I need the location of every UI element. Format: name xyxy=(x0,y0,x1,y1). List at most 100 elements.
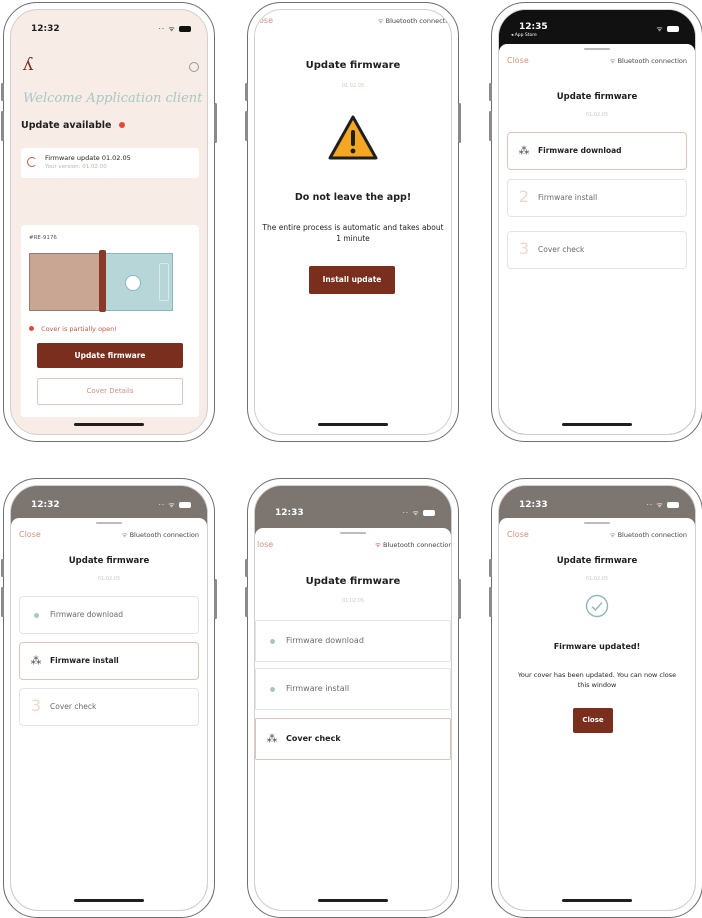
wifi-icon: ᯤ xyxy=(656,25,664,33)
welcome-text: Welcome Application client xyxy=(23,91,203,106)
step-label: Firmware download xyxy=(50,610,124,619)
firmware-update-card[interactable]: Firmware update 01.02.05 Your version: 0… xyxy=(21,148,199,178)
phone-home: 12:32 ·· ᯤ ʎ Welcome Application client … xyxy=(1,2,217,442)
step-label: Firmware install xyxy=(286,684,350,693)
device-id: #RE-9176 xyxy=(29,235,57,241)
bluetooth-icon: ᯤ xyxy=(609,531,616,539)
sheet-grabber[interactable] xyxy=(584,48,610,50)
signal-icon: ·· xyxy=(158,25,166,33)
bluetooth-icon: ᯤ xyxy=(374,541,381,549)
step-firmware-download: ⁂ Firmware download xyxy=(507,132,687,170)
step-label: Cover check xyxy=(286,734,341,743)
update-firmware-button[interactable]: Update firmware xyxy=(37,343,183,368)
install-update-button[interactable]: Install update xyxy=(309,266,395,294)
step-done-dot-icon xyxy=(28,608,44,621)
warning-triangle-icon xyxy=(327,114,379,162)
spinner-icon: ⁂ xyxy=(266,732,278,745)
status-icons: ·· ᯤ xyxy=(647,501,679,510)
download-screen: 12:35 ◂ App Store ᯤ Close ᯤ Bluetooth con… xyxy=(498,9,696,435)
home-indicator xyxy=(74,423,144,426)
wifi-icon: ᯤ xyxy=(412,509,420,517)
version-label: 01.02.05 xyxy=(97,576,121,582)
status-time: 12:33 xyxy=(275,508,304,518)
step-label: Firmware download xyxy=(538,146,622,155)
success-text: Your cover has been updated. You can now… xyxy=(517,671,677,689)
bluetooth-icon: ᯤ xyxy=(121,531,128,539)
bluetooth-icon: ᯤ xyxy=(609,57,616,65)
status-time: 12:32 xyxy=(31,24,60,34)
fw-update-label: Firmware update 01.02.05 xyxy=(45,154,131,162)
bluetooth-status: ᯤ Bluetooth connectio xyxy=(378,16,451,25)
device-card: #RE-9176 Cover is partially open! Update… xyxy=(21,225,199,417)
close-link[interactable]: Close xyxy=(507,56,529,65)
settings-icon[interactable] xyxy=(189,62,199,72)
warning-text: The entire process is automatic and take… xyxy=(262,223,444,243)
spinner-icon: ⁂ xyxy=(518,144,530,157)
step-number: 2 xyxy=(518,187,530,206)
step-cover-check: 3 Cover check xyxy=(19,688,199,726)
step-cover-check: 3 Cover check xyxy=(507,231,687,269)
install-screen: 12:32 ·· ᯤ Close ᯤ Bluetooth connection U… xyxy=(10,485,208,911)
alert-dot-icon xyxy=(29,326,34,331)
cover-illustration xyxy=(29,250,173,312)
bluetooth-label: Bluetooth connection xyxy=(617,57,687,65)
status-bar: 12:33 ·· ᯤ xyxy=(499,486,695,518)
phone-update-complete: 12:33 ·· ᯤ Close ᯤ Bluetooth connection U… xyxy=(489,478,702,918)
home-indicator xyxy=(318,423,388,426)
page-title: Update firmware xyxy=(556,92,638,102)
version-label: 01.02.05 xyxy=(585,112,609,118)
complete-screen: 12:33 ·· ᯤ Close ᯤ Bluetooth connection U… xyxy=(498,485,696,911)
status-time: 12:32 xyxy=(31,500,60,510)
battery-icon xyxy=(667,502,679,508)
update-available-label: Update available xyxy=(21,120,112,131)
battery-icon xyxy=(179,26,191,32)
battery-icon xyxy=(423,510,435,516)
step-firmware-download: Firmware download xyxy=(19,596,199,634)
step-label: Cover check xyxy=(50,702,97,711)
close-link[interactable]: Close xyxy=(19,530,41,539)
close-link[interactable]: lose xyxy=(257,540,273,549)
update-available-heading: Update available xyxy=(21,120,125,131)
version-label: 01.02.05 xyxy=(341,598,365,604)
step-label: Firmware install xyxy=(50,656,119,665)
wifi-icon: ᯤ xyxy=(168,25,176,33)
sheet-grabber[interactable] xyxy=(340,532,366,534)
page-title: Update firmware xyxy=(305,60,401,71)
status-time: 12:33 xyxy=(519,500,548,510)
status-icons: ᯤ xyxy=(656,25,679,34)
update-sheet: Close ᯤ Bluetooth connection Update firmw… xyxy=(499,44,695,434)
home-indicator xyxy=(318,899,388,902)
close-button[interactable]: Close xyxy=(573,708,613,733)
sheet-grabber[interactable] xyxy=(96,522,122,524)
bluetooth-label: Bluetooth connection xyxy=(129,531,199,539)
phone-step-download: 12:35 ◂ App Store ᯤ Close ᯤ Bluetooth con… xyxy=(489,2,702,442)
status-bar: 12:32 ·· ᯤ xyxy=(11,486,207,518)
spinner-icon: ⁂ xyxy=(30,654,42,667)
step-cover-check: ⁂ Cover check xyxy=(255,718,451,760)
cover-status: Cover is partially open! xyxy=(29,325,117,333)
back-to-app-store[interactable]: ◂ App Store xyxy=(511,33,537,38)
wifi-icon: ᯤ xyxy=(656,501,664,509)
status-bar: 12:35 ◂ App Store ᯤ xyxy=(499,10,695,42)
signal-icon: ·· xyxy=(402,509,410,517)
close-link[interactable]: Close xyxy=(507,530,529,539)
update-sheet: Close ᯤ Bluetooth connection Update firmw… xyxy=(11,518,207,910)
step-label: Firmware download xyxy=(286,636,364,645)
step-number: 3 xyxy=(30,696,42,715)
close-link[interactable]: ose xyxy=(259,16,273,25)
update-sheet: Close ᯤ Bluetooth connection Update firmw… xyxy=(499,518,695,910)
cover-details-button[interactable]: Cover Details xyxy=(37,378,183,405)
home-indicator xyxy=(562,423,632,426)
cover-status-text: Cover is partially open! xyxy=(41,325,117,333)
status-icons: ·· ᯤ xyxy=(159,25,191,34)
battery-icon xyxy=(179,502,191,508)
sheet-grabber[interactable] xyxy=(584,522,610,524)
status-icons: ·· ᯤ xyxy=(403,509,435,518)
status-icons: ·· ᯤ xyxy=(159,501,191,510)
bluetooth-icon: ᯤ xyxy=(377,17,384,25)
brand-logo: ʎ xyxy=(23,54,34,75)
refresh-icon xyxy=(27,157,37,167)
phone-install-prompt: ose ᯤ Bluetooth connectio Update firmwar… xyxy=(245,2,461,442)
version-label: 01.02.05 xyxy=(585,576,609,582)
page-title: Update firmware xyxy=(68,556,150,566)
